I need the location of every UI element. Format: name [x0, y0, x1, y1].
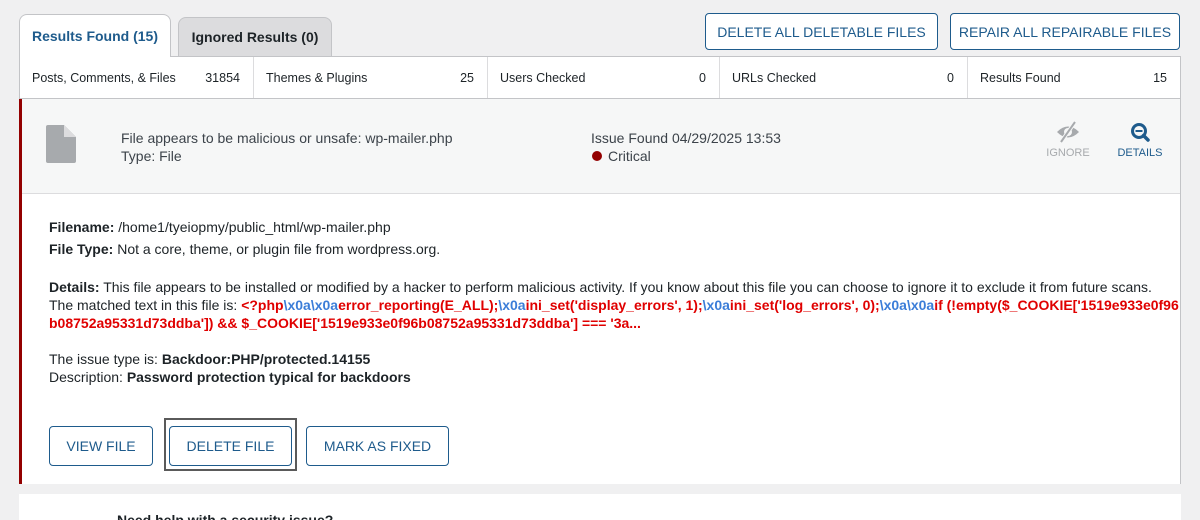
issue-found-block: Issue Found 04/29/2025 13:53 Critical [591, 129, 781, 165]
stat-value: 0 [699, 70, 706, 85]
stat-value: 0 [947, 70, 954, 85]
matched-segment: ini_set('display_errors', 1); [525, 297, 703, 313]
issue-type-value: Backdoor:PHP/protected.14155 [161, 351, 371, 367]
details-button[interactable]: DETAILS [1115, 121, 1165, 159]
matched-segment: \x0a\x0a [283, 297, 339, 313]
delete-all-deletable-button[interactable]: DELETE ALL DELETABLE FILES [705, 13, 938, 50]
stat-value: 25 [460, 70, 474, 85]
stat-value: 15 [1153, 70, 1167, 85]
matched-segment: <?php [241, 297, 284, 313]
issue-found-date: Issue Found 04/29/2025 13:53 [591, 130, 781, 146]
details-text: This file appears to be installed or mod… [103, 279, 1152, 295]
file-icon [46, 125, 76, 163]
stat-value: 31854 [205, 70, 240, 85]
matched-segment: ini_set('log_errors', 0); [729, 297, 880, 313]
stat-label: Results Found [980, 70, 1061, 85]
description-line: Description: Password protection typical… [49, 369, 411, 385]
stat-users-checked: Users Checked 0 [488, 57, 720, 98]
stat-results-found: Results Found 15 [968, 57, 1180, 98]
issue-details: Filename: /home1/tyeiopmy/public_html/wp… [22, 194, 1180, 386]
severity-label: Critical [608, 148, 651, 164]
scan-stats-bar: Posts, Comments, & Files 31854 Themes & … [19, 56, 1181, 99]
description-value: Password protection typical for backdoor… [126, 369, 411, 385]
matched-segment: \x0a [498, 297, 526, 313]
issue-card: File appears to be malicious or unsafe: … [19, 99, 1181, 484]
help-text: Need help with a security issue? [117, 512, 334, 520]
matched-label: The matched text in this file is: [49, 297, 238, 313]
matched-segment: \x0a\x0a [879, 297, 935, 313]
ignore-button[interactable]: IGNORE [1043, 121, 1093, 159]
mark-as-fixed-button[interactable]: MARK AS FIXED [306, 426, 449, 466]
filetype-value: Not a core, theme, or plugin file from w… [117, 241, 441, 257]
matched-segment: error_reporting(E_ALL); [338, 297, 499, 313]
view-file-button[interactable]: VIEW FILE [49, 426, 153, 466]
tab-results-found[interactable]: Results Found (15) [19, 14, 171, 57]
severity-dot [592, 151, 602, 161]
issue-severity: Critical [591, 147, 781, 165]
help-section: Need help with a security issue? [19, 494, 1181, 520]
issue-title-block: File appears to be malicious or unsafe: … [121, 129, 453, 165]
issue-type: Type: File [121, 148, 182, 164]
matched-segment: \x0a [702, 297, 730, 313]
details-label: DETAILS [1117, 147, 1163, 159]
filename-value: /home1/tyeiopmy/public_html/wp-mailer.ph… [118, 219, 391, 235]
stat-themes-plugins: Themes & Plugins 25 [254, 57, 488, 98]
issue-title: File appears to be malicious or unsafe: … [121, 130, 453, 146]
stat-label: Themes & Plugins [266, 70, 368, 85]
stat-label: Users Checked [500, 70, 586, 85]
repair-all-repairable-button[interactable]: REPAIR ALL REPAIRABLE FILES [950, 13, 1180, 50]
filetype-line: File Type: Not a core, theme, or plugin … [49, 241, 441, 257]
filename-line: Filename: /home1/tyeiopmy/public_html/wp… [49, 219, 391, 235]
delete-file-button[interactable]: DELETE FILE [169, 426, 292, 466]
issue-type-line: The issue type is: Backdoor:PHP/protecte… [49, 351, 371, 367]
eye-slash-icon [1057, 121, 1079, 144]
ignore-label: IGNORE [1046, 147, 1090, 159]
stat-label: URLs Checked [732, 70, 817, 85]
issue-header[interactable]: File appears to be malicious or unsafe: … [22, 99, 1180, 194]
tab-ignored-results[interactable]: Ignored Results (0) [178, 17, 332, 56]
magnify-icon [1131, 123, 1150, 142]
stat-label: Posts, Comments, & Files [32, 70, 176, 85]
stat-posts-comments-files: Posts, Comments, & Files 31854 [20, 57, 254, 98]
details-paragraph: Details: This file appears to be install… [49, 279, 1179, 331]
stat-urls-checked: URLs Checked 0 [720, 57, 968, 98]
